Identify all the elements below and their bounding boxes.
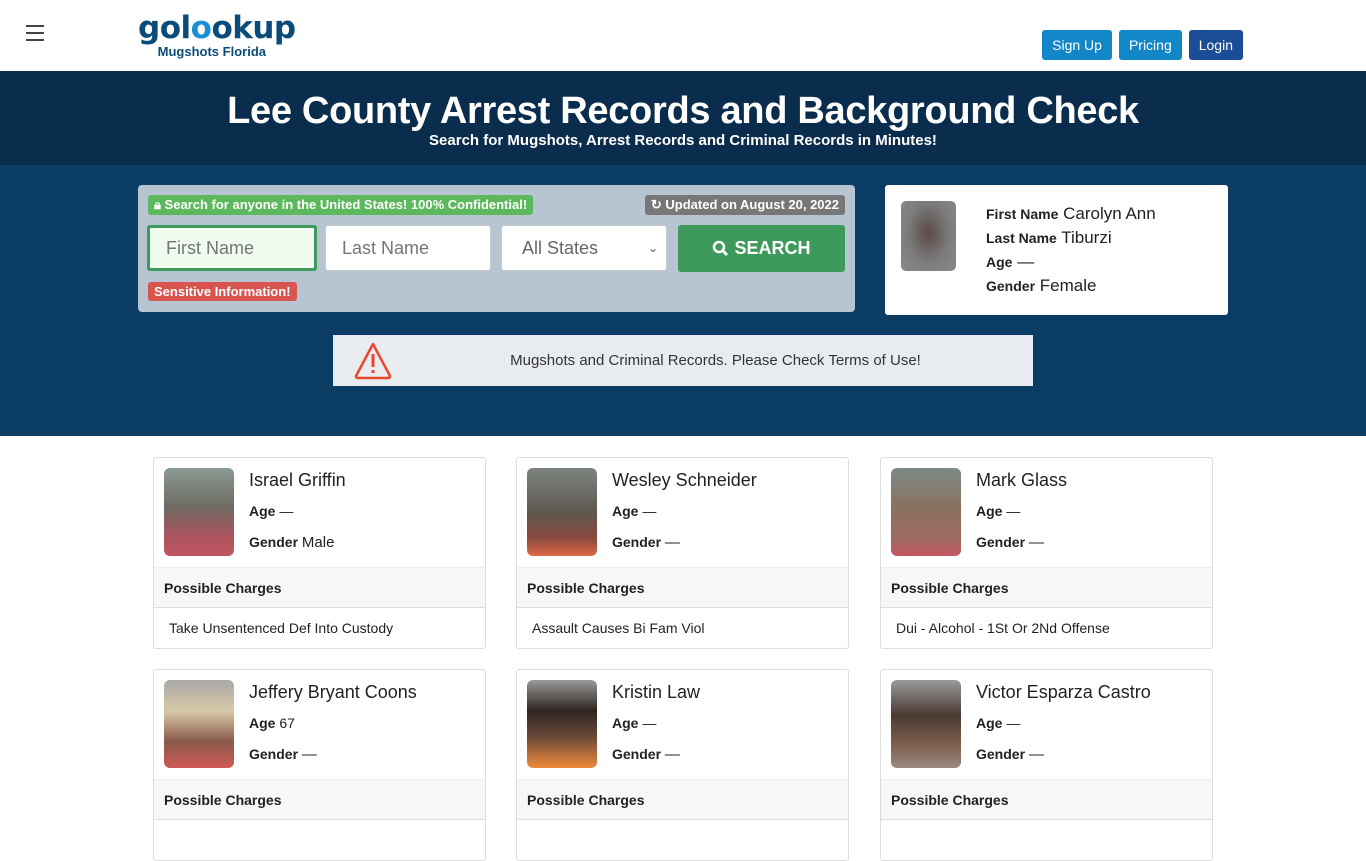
record-gender: Gender Male: [249, 534, 335, 551]
confidential-badge: 🔒︎ Search for anyone in the United State…: [148, 195, 534, 215]
last-name-input[interactable]: [325, 225, 491, 271]
record-name[interactable]: Mark Glass: [976, 470, 1067, 491]
search-button[interactable]: SEARCH: [678, 225, 845, 272]
charges-header: Possible Charges: [517, 779, 848, 820]
logo-text-1: gol: [138, 10, 191, 46]
charge-text: Dui - Alcohol - 1St Or 2Nd Offense: [896, 620, 1110, 636]
record-card[interactable]: Israel Griffin Age — Gender Male Possible C…: [153, 457, 486, 649]
search-icon: [713, 240, 729, 256]
record-age: Age 67: [249, 715, 295, 731]
logo-text-3: okup: [211, 10, 296, 46]
warning-icon: [354, 342, 392, 380]
mugshot-photo: [164, 680, 234, 768]
charge-text: Assault Causes Bi Fam Viol: [532, 620, 705, 636]
age-label: Age: [986, 254, 1013, 270]
charges-header: Possible Charges: [881, 567, 1212, 608]
login-button[interactable]: Login: [1188, 30, 1243, 60]
record-gender: Gender —: [612, 534, 680, 551]
logo-subtitle: Mugshots Florida: [157, 44, 266, 59]
gender-value: Female: [1039, 276, 1097, 295]
logo[interactable]: golookup Mugshots Florida: [138, 10, 296, 59]
record-age: Age —: [612, 503, 657, 519]
updated-badge: ↻ Updated on August 20, 2022: [644, 195, 845, 215]
charges-header: Possible Charges: [517, 567, 848, 608]
top-navbar: golookup Mugshots Florida Sign Up Pricin…: [0, 0, 1366, 71]
record-age: Age —: [976, 715, 1021, 731]
record-gender: Gender —: [976, 534, 1044, 551]
record-card[interactable]: Jeffery Bryant Coons Age 67 Gender — Possib…: [153, 669, 486, 861]
record-name[interactable]: Wesley Schneider: [612, 470, 757, 491]
record-name[interactable]: Jeffery Bryant Coons: [249, 682, 417, 703]
featured-profile-card[interactable]: First Name Carolyn Ann Last Name Tiburzi…: [885, 185, 1228, 315]
record-age: Age —: [976, 503, 1021, 519]
terms-notice: Mugshots and Criminal Records. Please Ch…: [333, 335, 1033, 386]
mugshot-photo: [891, 680, 961, 768]
signup-button[interactable]: Sign Up: [1042, 30, 1112, 60]
record-age: Age —: [249, 503, 294, 519]
charges-header: Possible Charges: [154, 567, 485, 608]
record-gender: Gender —: [976, 746, 1044, 763]
charge-text: [517, 820, 848, 860]
mugshot-photo: [891, 468, 961, 556]
last-name-label: Last Name: [986, 230, 1057, 246]
state-select[interactable]: All States ⌄: [501, 225, 667, 271]
record-name[interactable]: Israel Griffin: [249, 470, 346, 491]
charges-header: Possible Charges: [154, 779, 485, 820]
state-select-value: All States: [522, 237, 599, 258]
first-name-value: Carolyn Ann: [1063, 204, 1156, 223]
page-title: Lee County Arrest Records and Background…: [227, 90, 1139, 132]
record-name[interactable]: Victor Esparza Castro: [976, 682, 1151, 703]
last-name-value: Tiburzi: [1061, 228, 1112, 247]
first-name-label: First Name: [986, 206, 1059, 222]
record-age: Age —: [612, 715, 657, 731]
logo-text-2: o: [190, 10, 212, 46]
search-panel: 🔒︎ Search for anyone in the United State…: [138, 185, 855, 312]
mugshot-photo: [527, 468, 597, 556]
menu-icon[interactable]: [26, 25, 44, 41]
record-card[interactable]: Wesley Schneider Age — Gender — Possible Ch…: [516, 457, 849, 649]
mugshot-photo: [164, 468, 234, 556]
charge-text: Take Unsentenced Def Into Custody: [169, 620, 394, 636]
record-card[interactable]: Kristin Law Age — Gender — Possible Charges: [516, 669, 849, 861]
age-value: —: [1017, 252, 1035, 271]
lock-icon: 🔒︎: [154, 197, 161, 212]
charge-text: [154, 820, 485, 860]
charge-text: [881, 820, 1212, 860]
mugshot-photo: [527, 680, 597, 768]
page-subtitle: Search for Mugshots, Arrest Records and …: [429, 132, 937, 149]
chevron-down-icon: ⌄: [647, 241, 658, 255]
record-gender: Gender —: [612, 746, 680, 763]
record-name[interactable]: Kristin Law: [612, 682, 700, 703]
search-section: 🔒︎ Search for anyone in the United State…: [0, 165, 1366, 436]
first-name-input[interactable]: [147, 225, 317, 271]
charges-header: Possible Charges: [881, 779, 1212, 820]
record-gender: Gender —: [249, 746, 317, 763]
pricing-button[interactable]: Pricing: [1118, 30, 1182, 60]
record-card[interactable]: Victor Esparza Castro Age — Gender — Possib…: [880, 669, 1213, 861]
sensitive-badge: Sensitive Information!: [148, 282, 297, 301]
refresh-icon: ↻: [650, 197, 662, 212]
record-card[interactable]: Mark Glass Age — Gender — Possible Charges D…: [880, 457, 1213, 649]
gender-label: Gender: [986, 278, 1036, 294]
notice-text: Mugshots and Criminal Records. Please Ch…: [510, 352, 921, 369]
hero-header: Lee County Arrest Records and Background…: [0, 71, 1366, 165]
profile-photo: [901, 201, 956, 271]
